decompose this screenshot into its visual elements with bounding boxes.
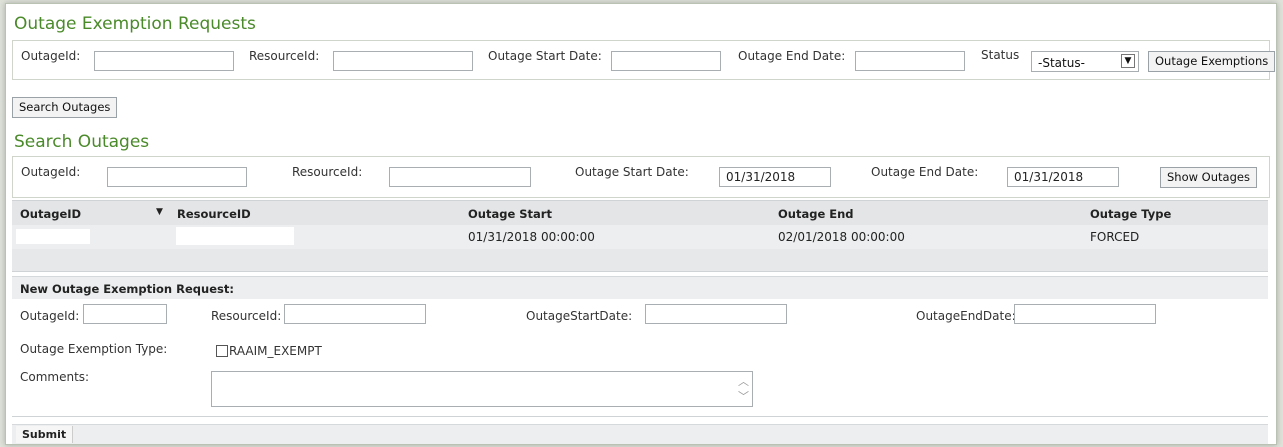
start-date-label: Outage Start Date: <box>488 49 602 63</box>
search-title: Search Outages <box>14 132 150 152</box>
table-row[interactable]: 01/31/2018 00:00:00 02/01/2018 00:00:00 … <box>12 225 1268 249</box>
page-frame: Outage Exemption Requests OutageId: Reso… <box>5 3 1277 445</box>
new-start-label: OutageStartDate: <box>526 309 633 323</box>
search-start-input[interactable]: 01/31/2018 <box>719 167 831 187</box>
new-resource-id-input[interactable] <box>284 304 426 324</box>
divider <box>12 416 1268 417</box>
search-outage-id-input[interactable] <box>107 167 247 187</box>
row-outage-start: 01/31/2018 00:00:00 <box>468 230 595 244</box>
new-end-label: OutageEndDate: <box>916 309 1016 323</box>
submit-button[interactable]: Submit <box>16 426 74 443</box>
new-end-input[interactable] <box>1014 304 1156 324</box>
start-date-input[interactable] <box>611 51 721 71</box>
resource-id-label: ResourceId: <box>249 49 320 63</box>
outage-id-label: OutageId: <box>21 49 81 63</box>
chevron-down-icon: ▼ <box>1121 54 1135 68</box>
exemption-type-label: Outage Exemption Type: <box>20 342 168 356</box>
raaim-exempt-label[interactable]: RAAIM_EXEMPT <box>229 344 322 358</box>
col-outage-type[interactable]: Outage Type <box>1090 207 1171 221</box>
col-resource-id[interactable]: ResourceID <box>177 207 251 221</box>
search-resource-id-label: ResourceId: <box>292 165 363 179</box>
col-outage-end[interactable]: Outage End <box>778 207 854 221</box>
redacted-resource-id <box>176 227 294 245</box>
col-outage-id[interactable]: OutageID <box>20 207 81 221</box>
new-start-input[interactable] <box>645 304 787 324</box>
sort-desc-icon[interactable]: ▼ <box>156 207 163 217</box>
resource-id-input[interactable] <box>333 51 473 71</box>
new-outage-id-input[interactable] <box>83 304 167 324</box>
new-request-header: New Outage Exemption Request: <box>12 276 1268 299</box>
search-outage-id-label: OutageId: <box>21 165 81 179</box>
comments-label: Comments: <box>20 370 90 384</box>
comments-textarea[interactable]: ︿ ﹀ <box>211 371 753 407</box>
status-label: Status <box>981 48 1020 62</box>
scroll-down-icon[interactable]: ﹀ <box>738 388 749 404</box>
submit-bar: Submit <box>12 424 1268 444</box>
outage-exemptions-button[interactable]: Outage Exemptions <box>1148 51 1276 72</box>
table-header: OutageID ▼ ResourceID Outage Start Outag… <box>12 200 1268 226</box>
status-select-value: -Status- <box>1038 56 1085 70</box>
search-resource-id-input[interactable] <box>389 167 531 187</box>
scroll-up-icon[interactable]: ︿ <box>738 373 749 389</box>
search-outages-button[interactable]: Search Outages <box>12 97 118 118</box>
end-date-input[interactable] <box>855 51 965 71</box>
new-outage-id-label: OutageId: <box>20 309 80 323</box>
row-outage-type: FORCED <box>1090 230 1140 244</box>
exemption-title: Outage Exemption Requests <box>14 14 256 34</box>
redacted-outage-id <box>16 229 90 244</box>
show-outages-button[interactable]: Show Outages <box>1160 167 1257 188</box>
search-panel: OutageId: ResourceId: Outage Start Date:… <box>12 156 1270 198</box>
search-end-label: Outage End Date: <box>871 165 979 179</box>
outage-id-input[interactable] <box>94 51 234 71</box>
new-request-title: New Outage Exemption Request: <box>20 282 234 296</box>
col-outage-start[interactable]: Outage Start <box>468 207 552 221</box>
search-end-input[interactable]: 01/31/2018 <box>1007 167 1119 187</box>
row-outage-end: 02/01/2018 00:00:00 <box>778 230 905 244</box>
search-start-label: Outage Start Date: <box>575 165 689 179</box>
table-footer <box>12 249 1268 272</box>
status-select[interactable]: -Status- ▼ <box>1031 51 1139 72</box>
new-resource-id-label: ResourceId: <box>211 309 282 323</box>
exemption-filter-panel: OutageId: ResourceId: Outage Start Date:… <box>12 40 1276 80</box>
end-date-label: Outage End Date: <box>738 49 846 63</box>
raaim-exempt-checkbox[interactable] <box>216 345 228 357</box>
